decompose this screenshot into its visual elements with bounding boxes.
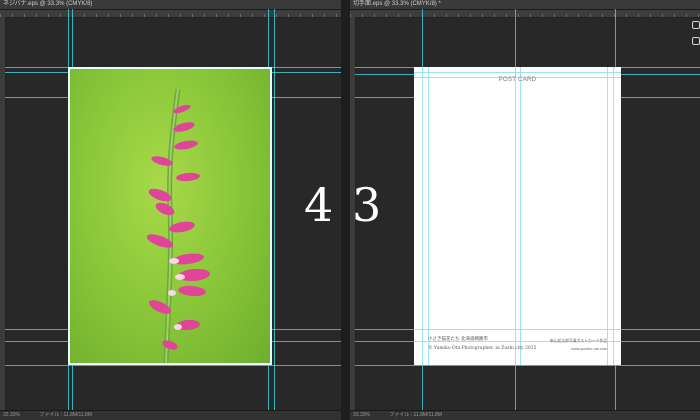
postcard-credit-line: 新山花太郎写真ポストカード作品 bbox=[550, 339, 607, 343]
postcard-artboard: POST CARD 小さき猫花たち 北海道網路市 © Yumiko Ota Ph… bbox=[414, 67, 621, 365]
panel-layers-icon[interactable] bbox=[691, 37, 700, 45]
postcard-website: www.yumiko-ota.com bbox=[571, 347, 607, 351]
overlay-number-left: 4 bbox=[304, 178, 334, 232]
guide-horizontal bbox=[355, 365, 700, 366]
right-document-window[interactable]: 切手面.eps @ 33.3% (CMYK/8) * POST CARD 小さき… bbox=[350, 0, 700, 420]
left-vertical-ruler[interactable] bbox=[0, 17, 6, 411]
flower-photo bbox=[68, 67, 272, 365]
guide-vertical bbox=[428, 67, 429, 365]
guide-vertical bbox=[515, 67, 516, 365]
right-status-bar: 33.33% ファイル : 11.8M/11.8M bbox=[350, 410, 700, 420]
guide-vertical bbox=[520, 67, 521, 365]
collapsed-panel-strip bbox=[691, 18, 700, 66]
overlay-number-right: 3 bbox=[352, 178, 382, 232]
left-horizontal-ruler[interactable] bbox=[0, 10, 341, 18]
postcard-copyright: © Yumiko Ota Photographer, in Zushi city… bbox=[428, 346, 537, 351]
left-document-window[interactable]: ネジバナ.eps @ 33.3% (CMYK/8) 33.33% ファイル: … bbox=[0, 0, 341, 420]
right-document-tab[interactable]: 切手面.eps @ 33.3% (CMYK/8) * bbox=[350, 0, 700, 10]
spiranthes-flower-illustration bbox=[146, 88, 210, 363]
right-file-info: ファイル : 11.8M/11.8M bbox=[389, 412, 442, 418]
left-zoom-readout[interactable]: 33.33% bbox=[3, 412, 20, 418]
guide-horizontal bbox=[414, 329, 621, 330]
right-zoom-readout[interactable]: 33.33% bbox=[353, 412, 370, 418]
postcard-title: POST CARD bbox=[498, 77, 537, 83]
guide-vertical bbox=[274, 9, 275, 411]
guide-horizontal bbox=[5, 365, 341, 366]
left-status-bar: 33.33% ファイル : 11.8M/11.8M bbox=[0, 410, 341, 420]
left-document-tab[interactable]: ネジバナ.eps @ 33.3% (CMYK/8) bbox=[0, 0, 341, 10]
guide-vertical bbox=[613, 67, 614, 365]
guide-horizontal bbox=[414, 72, 621, 73]
postcard-caption: 小さき猫花たち 北海道網路市 bbox=[428, 337, 488, 342]
panel-toggle-icon[interactable] bbox=[691, 21, 700, 29]
left-file-info: ファイル : 11.8M/11.8M bbox=[39, 412, 92, 418]
guide-vertical bbox=[422, 67, 423, 365]
window-divider bbox=[341, 0, 350, 420]
right-horizontal-ruler[interactable] bbox=[350, 10, 700, 18]
guide-vertical bbox=[607, 67, 608, 365]
